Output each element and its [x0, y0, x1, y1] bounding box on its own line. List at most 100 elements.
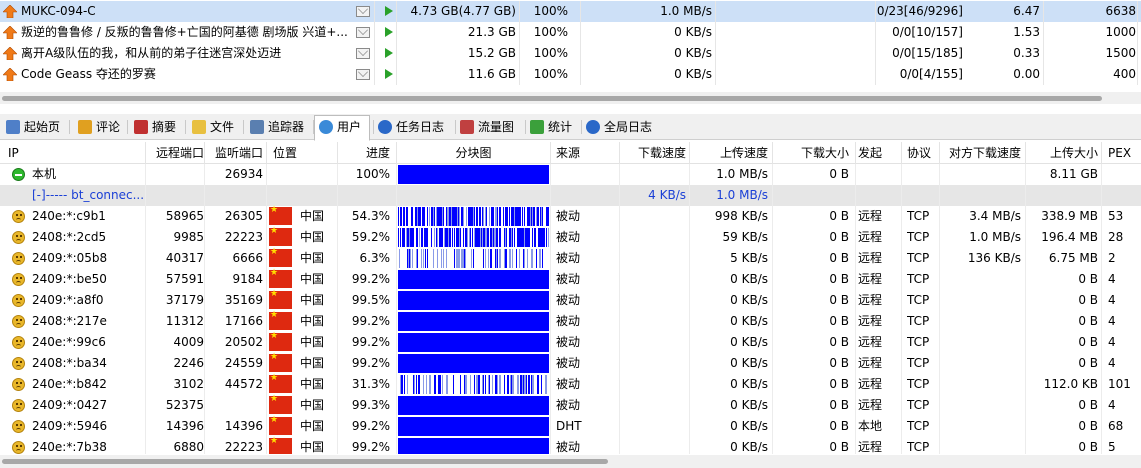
tab-traffic-chart[interactable]: 流量图 [456, 116, 522, 139]
column-divider [374, 43, 375, 64]
cell-pex: 5 [1108, 440, 1116, 454]
tab-tracker[interactable]: 追踪器 [246, 116, 310, 139]
peer-row[interactable]: 2409:*:0427 52375 中国 99.3% 被动 0 KB/s 0 B 远程 TCP 0… [0, 394, 1141, 416]
cell-download-size: 0 B [829, 251, 849, 265]
cell-progress: 99.2% [351, 272, 390, 286]
task-row[interactable]: 叛逆的鲁鲁修 / 反叛的鲁鲁修+亡国的阿基德 剧场版 兴道+... 21.3 GB… [0, 22, 1141, 43]
task-name: MUKC-094-C [21, 4, 96, 18]
task-list-horizontal-scrollbar[interactable] [0, 92, 1141, 104]
column-divider [145, 374, 146, 395]
upload-arrow-icon [3, 5, 17, 18]
column-divider [1101, 416, 1102, 437]
peer-row[interactable]: 2409:*:05b8 40317 6666 中国 6.3% 被动 5 KB/s 0 B 远程 T… [0, 247, 1141, 269]
column-header-download-size[interactable]: 下载大小 [775, 142, 849, 164]
tab-statistics[interactable]: 统计 [526, 116, 578, 139]
task-list: MUKC-094-C 4.73 GB(4.77 GB) 100% 1.0 MB/s 0/… [0, 0, 1141, 86]
task-row[interactable]: Code Geass 夺还的罗赛 11.6 GB 100% 0 KB/s 0/0[4/1… [0, 64, 1141, 85]
cell-download-size: 0 B [829, 167, 849, 181]
comment-envelope-icon[interactable] [356, 27, 370, 38]
column-header-progress[interactable]: 进度 [338, 142, 390, 164]
tab-summary[interactable]: 摘要 [130, 116, 182, 139]
scrollbar-thumb[interactable] [2, 459, 608, 464]
tab-comment[interactable]: 评论 [74, 116, 124, 139]
column-divider [1025, 437, 1026, 454]
scrollbar-thumb[interactable] [2, 96, 1102, 101]
cell-protocol: TCP [907, 440, 930, 454]
tab-file[interactable]: 文件 [188, 116, 240, 139]
column-header-upload-speed[interactable]: 上传速度 [690, 142, 768, 164]
column-header-location[interactable]: 位置 [273, 142, 333, 164]
comment-envelope-icon[interactable] [356, 6, 370, 17]
peer-row[interactable]: 2409:*:a8f0 37179 35169 中国 99.5% 被动 0 KB/s 0 B 远… [0, 289, 1141, 311]
peer-row[interactable]: 240e:*:b842 3102 44572 中国 31.3% 被动 0 KB/s 0 B 远程… [0, 373, 1141, 395]
task-row[interactable]: 离开A级队伍的我，和从前的弟子往迷宫深处迈进 15.2 GB 100% 0 KB/s 0… [0, 43, 1141, 64]
column-header-peer-download-speed[interactable]: 对方下载速度 [945, 142, 1021, 164]
peer-status-icon [12, 420, 25, 433]
piece-map-bar [398, 333, 549, 352]
column-divider [901, 269, 902, 290]
column-divider [619, 227, 620, 248]
column-header-remote-port[interactable]: 远程端口 [146, 142, 204, 164]
peer-row[interactable]: 2409:*:be50 57591 9184 中国 99.2% 被动 0 KB/s 0 B 远程… [0, 268, 1141, 290]
cell-ip: 2409:*:0427 [32, 398, 108, 412]
column-divider [715, 1, 716, 22]
tab-users[interactable]: 用户 [314, 115, 370, 141]
column-divider [396, 206, 397, 227]
task-row[interactable]: MUKC-094-C 4.73 GB(4.77 GB) 100% 1.0 MB/s 0/… [0, 1, 1141, 22]
column-divider [266, 332, 267, 353]
file-icon [192, 120, 206, 134]
column-divider [855, 248, 856, 269]
seeding-play-icon [385, 6, 393, 16]
column-header-download-speed[interactable]: 下载速度 [620, 142, 686, 164]
comment-envelope-icon[interactable] [356, 69, 370, 80]
column-divider [266, 142, 267, 164]
tab-task-log[interactable]: 任务日志 [374, 116, 452, 139]
cell-listen-port: 14396 [224, 419, 263, 433]
peer-status-icon [12, 231, 25, 244]
peer-row-local[interactable]: 本机 26934 100% 1.0 MB/s 0 B 8.11 GB [0, 164, 1141, 185]
column-header-pex[interactable]: PEX [1108, 142, 1141, 164]
task-uploaded: 1500 [1105, 46, 1136, 60]
peer-table-horizontal-scrollbar[interactable] [0, 455, 1141, 468]
comment-envelope-icon[interactable] [356, 48, 370, 59]
column-divider [396, 332, 397, 353]
column-divider [337, 437, 338, 454]
column-header-protocol[interactable]: 协议 [907, 142, 937, 164]
column-divider [204, 185, 205, 206]
column-header-upload-size[interactable]: 上传大小 [1030, 142, 1098, 164]
column-header-ip[interactable]: IP [8, 142, 138, 164]
cell-listen-port: 17166 [224, 314, 263, 328]
peer-row[interactable]: 240e:*:c9b1 58965 26305 中国 54.3% 被动 998 KB/s 0 … [0, 205, 1141, 227]
group-label[interactable]: [-]----- bt_connec... [32, 185, 144, 206]
peer-row[interactable]: 2409:*:5946 14396 14396 中国 99.2% DHT 0 KB/s 0 B… [0, 415, 1141, 437]
peer-group-row[interactable]: [-]----- bt_connec... 4 KB/s 1.0 MB/s [0, 185, 1141, 206]
peer-row[interactable]: 240e:*:7b38 6880 22223 中国 99.2% 被动 0 KB/s 0 B 远程… [0, 436, 1141, 454]
tab-home-page[interactable]: 起始页 [2, 116, 66, 139]
column-divider [619, 437, 620, 454]
peer-row[interactable]: 2408:*:2cd5 9985 22223 中国 59.2% 被动 59 KB/s 0 B 远… [0, 226, 1141, 248]
tab-global-log[interactable]: 全局日志 [582, 116, 658, 139]
cell-ip: 2408:*:ba34 [32, 356, 107, 370]
peer-row[interactable]: 240e:*:99c6 4009 20502 中国 99.2% 被动 0 KB/s 0 B 远程… [0, 331, 1141, 353]
peer-table: 本机 26934 100% 1.0 MB/s 0 B 8.11 GB [-]----- bt… [0, 164, 1141, 454]
column-header-listen-port[interactable]: 监听端口 [205, 142, 263, 164]
cell-initiator: 本地 [858, 419, 883, 433]
cell-protocol: TCP [907, 230, 930, 244]
cell-peer-download-speed [945, 290, 1021, 311]
cell-protocol: TCP [907, 356, 930, 370]
peer-row[interactable]: 2408:*:217e 11312 17166 中国 99.2% 被动 0 KB/s 0 B 远… [0, 310, 1141, 332]
column-header-piece-map[interactable]: 分块图 [398, 142, 549, 164]
column-divider [875, 64, 876, 85]
peer-row[interactable]: 2408:*:ba34 2246 24559 中国 99.2% 被动 0 KB/s 0 B 远程… [0, 352, 1141, 374]
column-header-initiator[interactable]: 发起 [858, 142, 898, 164]
traffic-chart-icon [460, 120, 474, 134]
sort-indicator-icon: ︿ [730, 144, 740, 154]
column-divider [337, 185, 338, 206]
piece-map-bar [398, 312, 549, 331]
column-divider [1101, 248, 1102, 269]
piece-map-bar [398, 270, 549, 289]
cell-peer-download-speed [945, 353, 1021, 374]
column-header-source[interactable]: 来源 [556, 142, 616, 164]
column-divider [550, 311, 551, 332]
cell-listen-port: 20502 [224, 335, 263, 349]
